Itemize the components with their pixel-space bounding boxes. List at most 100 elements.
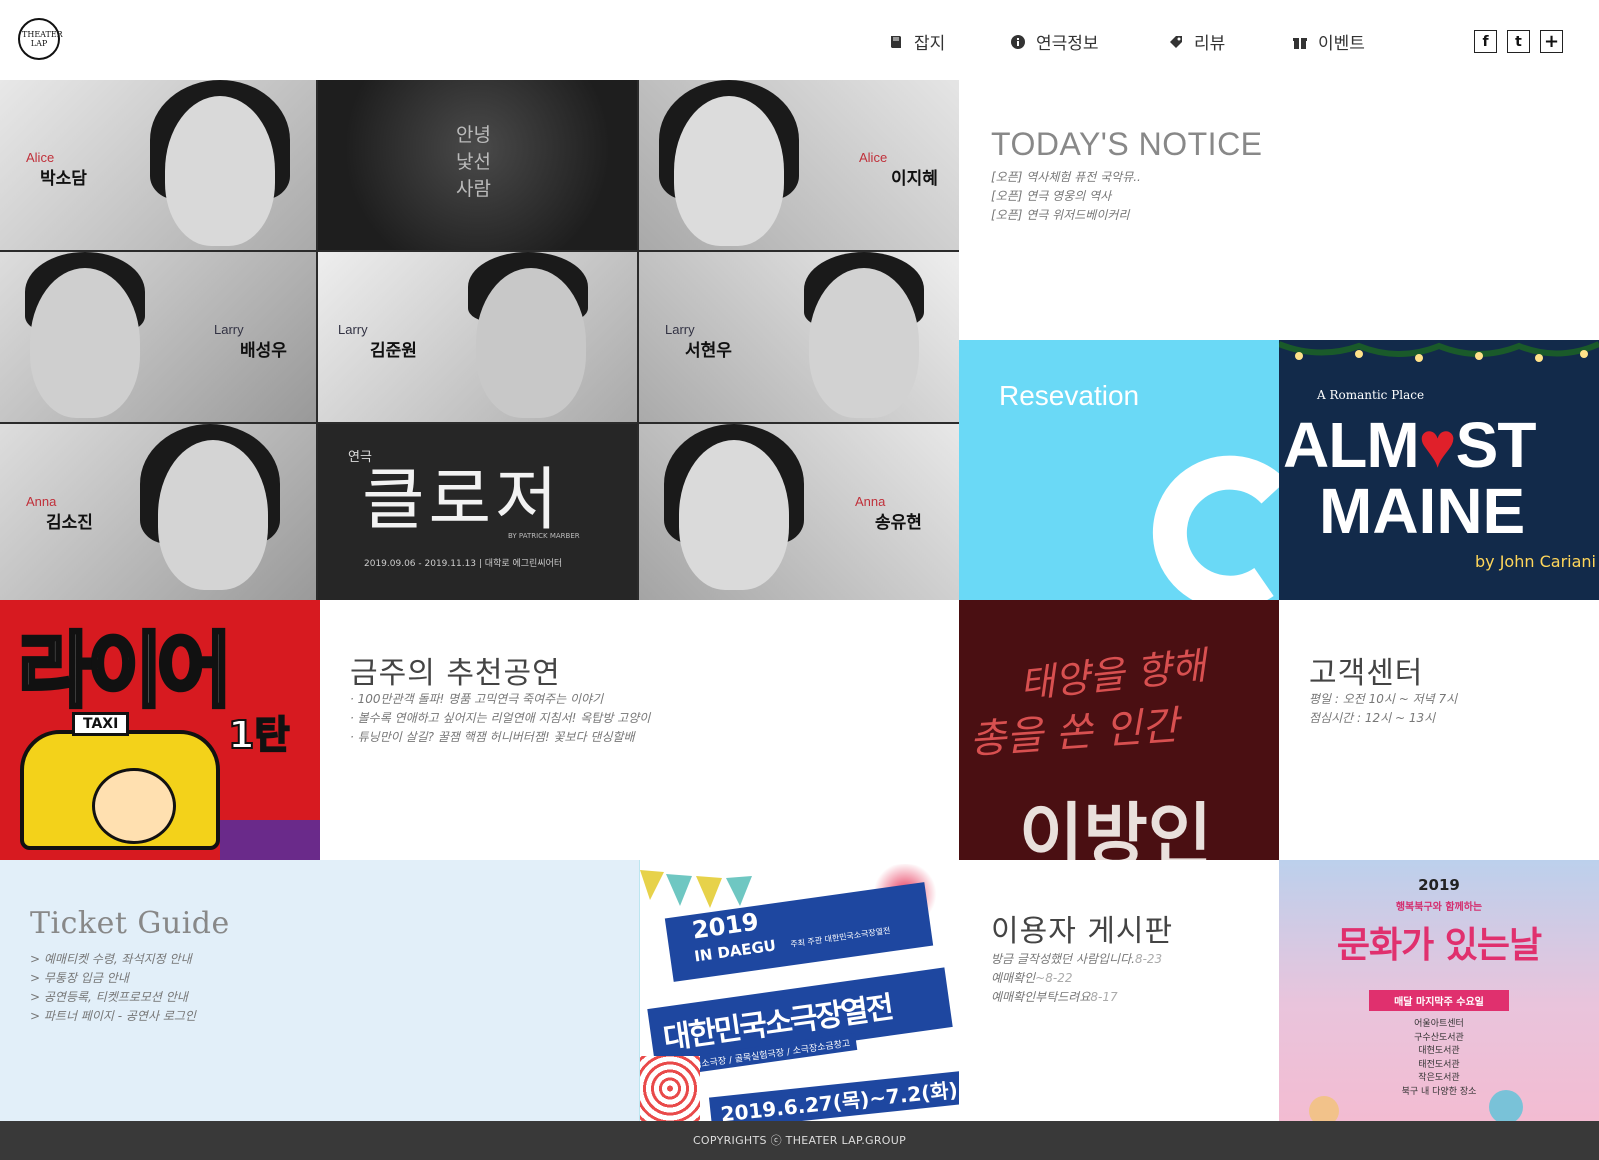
- taxi-sign: TAXI: [72, 712, 130, 736]
- cast-photo: Anna 김소진: [0, 424, 316, 600]
- poster-stripe: [220, 820, 320, 860]
- list-item[interactable]: [오픈] 역사체험 퓨전 국악뮤..: [991, 168, 1141, 187]
- hero-poster-closer[interactable]: Alice 박소담 안녕 낯선 사람 Alice 이지혜 Larry 배성우 L…: [0, 80, 959, 600]
- culture-badge: 매달 마지막주 수요일: [1369, 990, 1509, 1011]
- list-item[interactable]: > 공연등록, 티켓프로모션 안내: [30, 988, 196, 1007]
- customer-title: 고객센터: [1309, 656, 1424, 691]
- board-post[interactable]: 예매확인~8-22: [991, 969, 1162, 988]
- nav-label: 잡지: [914, 34, 946, 54]
- todays-notice-panel: TODAY'S NOTICE [오픈] 역사체험 퓨전 국악뮤.. [오픈] 연…: [959, 80, 1599, 340]
- poster-script-2: 총을 쏜 인간: [967, 702, 1181, 764]
- poster-tagline-cell: 안녕 낯선 사람: [318, 80, 637, 250]
- info-icon: [1011, 34, 1025, 49]
- culture-title: 문화가 있는날: [1336, 925, 1542, 966]
- customer-hours: 평일 : 오전 10시 ~ 저녁 7시 점심시간 : 12시 ~ 13시: [1309, 690, 1457, 728]
- nav-label: 이벤트: [1318, 34, 1365, 54]
- list-item[interactable]: > 파트너 페이지 - 공연사 로그인: [30, 1007, 196, 1026]
- portrait-face: [476, 268, 586, 418]
- nav-label: 리뷰: [1194, 34, 1226, 54]
- portrait-face: [809, 268, 919, 418]
- portrait-face: [679, 440, 789, 590]
- book-icon: [891, 35, 901, 48]
- list-item[interactable]: > 무통장 입금 안내: [30, 969, 196, 988]
- poster-title: 라이어: [16, 622, 234, 721]
- board-post[interactable]: 예매확인부탁드려요8-17: [991, 988, 1162, 1007]
- cast-name: 이지혜: [891, 169, 938, 188]
- list-item[interactable]: · 볼수록 연애하고 싶어지는 리얼연애 지침서! 옥탑방 고양이: [350, 709, 650, 728]
- poster-title-cell: 연극 클로저 BY PATRICK MARBER 2019.09.06 - 20…: [318, 424, 637, 600]
- facebook-icon[interactable]: f: [1474, 30, 1497, 53]
- cast-photo: Larry 김준원: [318, 252, 637, 422]
- list-item[interactable]: [오픈] 연극 위저드베이커리: [991, 206, 1141, 225]
- cast-photo: Anna 송유현: [639, 424, 959, 600]
- reservation-tile[interactable]: Resevation: [959, 340, 1279, 600]
- site-logo[interactable]: THEATER LAP: [18, 18, 63, 60]
- festival-pattern: [640, 1056, 700, 1121]
- hours-line: 평일 : 오전 10시 ~ 저녁 7시: [1309, 692, 1458, 706]
- cast-role: Larry: [214, 322, 244, 337]
- cast-name: 김소진: [46, 513, 93, 532]
- hours-line: 점심시간 : 12시 ~ 13시: [1309, 711, 1436, 725]
- poster-title-line1: ALM♥ST: [1283, 409, 1536, 481]
- cast-name: 서현우: [685, 341, 732, 360]
- cast-role: Anna: [855, 494, 886, 509]
- culture-venue-list: 어울아트센터 구수산도서관 대현도서관 태전도서관 작은도서관 북구 내 다양한…: [1279, 1018, 1599, 1099]
- culture-year: 2019: [1418, 876, 1460, 894]
- site-header: THEATER LAP 잡지 연극정보 리뷰 이벤트 f t +: [0, 0, 1599, 80]
- poster-culture-day[interactable]: 2019 행복북구와 함께하는 문화가 있는날 매달 마지막주 수요일 어울아트…: [1279, 860, 1599, 1121]
- reservation-title: Resevation: [999, 380, 1140, 411]
- portrait-face: [165, 96, 275, 246]
- venue-item: 작은도서관: [1418, 1073, 1460, 1083]
- plus-icon[interactable]: +: [1540, 30, 1563, 53]
- cast-photo: Alice 박소담: [0, 80, 316, 250]
- cast-photo: Alice 이지혜: [639, 80, 959, 250]
- board-post[interactable]: 방금 글작성했던 사람입니다.8-23: [991, 950, 1162, 969]
- play-title: 클로저: [362, 461, 562, 540]
- list-item[interactable]: [오픈] 연극 영웅의 역사: [991, 187, 1141, 206]
- culture-subtitle: 행복북구와 함께하는: [1395, 902, 1483, 913]
- recommended-shows-panel: 금주의 추천공연 · 100만관객 돌파! 명품 고믹연극 죽여주는 이야기 ·…: [320, 600, 959, 860]
- list-item[interactable]: > 예매티켓 수령, 좌석지정 안내: [30, 950, 196, 969]
- poster-author: by John Cariani: [1475, 552, 1596, 571]
- poster-theater-festival[interactable]: 2019 IN DAEGU 주최 주관 대한민국소극장열전 대한민국소극장열전 …: [639, 860, 959, 1121]
- poster-stranger[interactable]: 태양을 향해 총을 쏜 인간 이방인: [959, 600, 1279, 860]
- cast-name: 송유현: [875, 513, 922, 532]
- ticket-guide-panel: Ticket Guide > 예매티켓 수령, 좌석지정 안내 > 무통장 입금…: [0, 860, 639, 1121]
- poster-title: 이방인: [1019, 795, 1213, 860]
- poster-liar[interactable]: 라이어 1탄 TAXI: [0, 600, 320, 860]
- twitter-icon[interactable]: t: [1507, 30, 1530, 53]
- venue-item: 구수산도서관: [1414, 1032, 1464, 1043]
- list-item[interactable]: · 100만관객 돌파! 명품 고믹연극 죽여주는 이야기: [350, 690, 650, 709]
- cast-role: Alice: [26, 150, 55, 165]
- nav-item-magazine[interactable]: 잡지: [888, 29, 1010, 54]
- nav-item-play-info[interactable]: 연극정보: [1010, 29, 1168, 54]
- main-nav: 잡지 연극정보 리뷰 이벤트: [888, 29, 1365, 54]
- list-item[interactable]: · 튜닝만이 살길? 꿀잼 핵잼 허니버터잼! 꽃보다 댄싱할배: [350, 728, 650, 747]
- cast-name: 김준원: [370, 341, 417, 360]
- heart-icon: ♥: [1418, 409, 1457, 481]
- cast-role: Anna: [26, 494, 57, 509]
- notice-title: TODAY'S NOTICE: [991, 126, 1263, 162]
- play-author: BY PATRICK MARBER: [508, 532, 580, 540]
- string-lights: [1279, 341, 1599, 362]
- customer-center-panel: 고객센터 평일 : 오전 10시 ~ 저녁 7시 점심시간 : 12시 ~ 13…: [1279, 600, 1599, 860]
- board-list: 방금 글작성했던 사람입니다.8-23 예매확인~8-22 예매확인부탁드려요8…: [991, 950, 1162, 1007]
- gift-icon: [1293, 37, 1307, 49]
- poster-almost-maine[interactable]: A Romantic Place ALM♥ST MAINE by John Ca…: [1279, 340, 1599, 600]
- venue-item: 대현도서관: [1418, 1046, 1460, 1056]
- cast-role: Larry: [665, 322, 695, 337]
- cast-photo: Larry 서현우: [639, 252, 959, 422]
- nav-label: 연극정보: [1036, 34, 1099, 54]
- logo-text: THEATER LAP: [22, 30, 63, 48]
- board-title: 이용자 게시판: [991, 914, 1174, 949]
- festival-dates: 2019.6.27(목)~7.2(화): [708, 1070, 959, 1121]
- character-illustration: [1489, 1090, 1523, 1121]
- poster-episode: 1탄: [227, 712, 290, 758]
- cast-photo: Larry 배성우: [0, 252, 316, 422]
- notice-list: [오픈] 역사체험 퓨전 국악뮤.. [오픈] 연극 영웅의 역사 [오픈] 연…: [991, 168, 1141, 225]
- nav-item-review[interactable]: 리뷰: [1168, 29, 1292, 54]
- poster-tagline: 안녕 낯선 사람: [456, 124, 491, 200]
- nav-item-event[interactable]: 이벤트: [1292, 29, 1365, 54]
- play-dates: 2019.09.06 - 2019.11.13 | 대학로 에그린씨어터: [364, 559, 563, 569]
- ticket-guide-list: > 예매티켓 수령, 좌석지정 안내 > 무통장 입금 안내 > 공연등록, 티…: [30, 950, 196, 1026]
